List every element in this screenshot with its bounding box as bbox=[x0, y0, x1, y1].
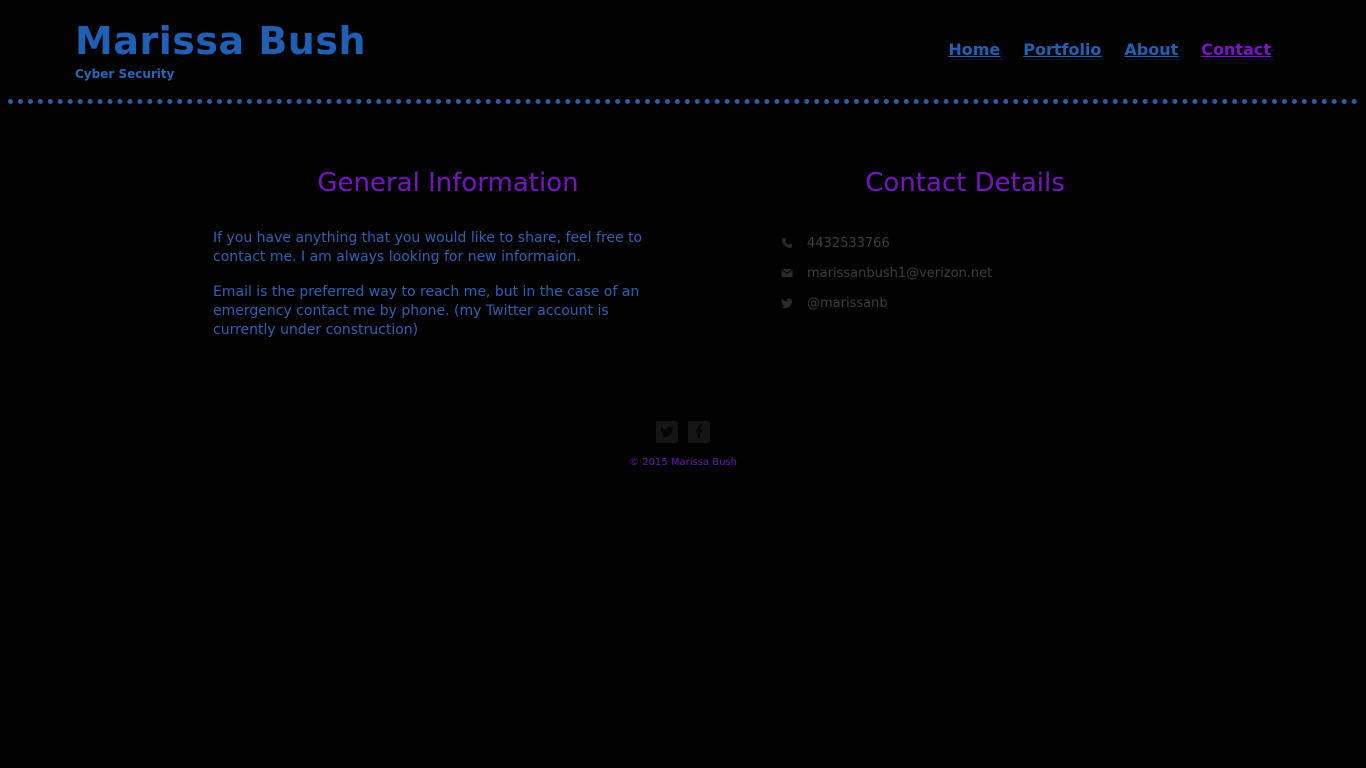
header-divider bbox=[8, 99, 1358, 104]
general-information-heading: General Information bbox=[317, 168, 579, 198]
site-title[interactable]: Marissa Bush bbox=[75, 18, 366, 64]
contact-list: 4432533766 marissanbush1@verizon.net @ma… bbox=[780, 228, 1150, 318]
contact-item-twitter: @marissanb bbox=[780, 288, 1150, 318]
mail-icon bbox=[780, 266, 794, 280]
nav-home-link[interactable]: Home bbox=[948, 38, 1000, 62]
facebook-icon bbox=[695, 423, 703, 442]
nav-about-link[interactable]: About bbox=[1124, 38, 1178, 62]
main-nav: Home Portfolio About Contact bbox=[948, 38, 1271, 62]
nav-contact-link[interactable]: Contact bbox=[1201, 38, 1271, 62]
contact-details-heading: Contact Details bbox=[865, 168, 1065, 198]
page: Marissa Bush Cyber Security Home Portfol… bbox=[0, 0, 1366, 768]
contact-details-section: Contact Details 4432533766 marissanbush1… bbox=[780, 164, 1150, 318]
copyright-text: © 2015 Marissa Bush bbox=[629, 457, 737, 468]
brand: Marissa Bush Cyber Security bbox=[75, 18, 366, 82]
site-subtitle: Cyber Security bbox=[75, 67, 175, 81]
contact-item-phone: 4432533766 bbox=[780, 228, 1150, 258]
general-paragraph-2: Email is the preferred way to reach me, … bbox=[213, 284, 640, 338]
twitter-icon bbox=[780, 296, 794, 310]
contact-twitter[interactable]: @marissanb bbox=[807, 296, 888, 311]
footer-facebook-button[interactable] bbox=[688, 421, 710, 443]
contact-email[interactable]: marissanbush1@verizon.net bbox=[807, 266, 992, 281]
general-information-section: General Information If you have anything… bbox=[213, 164, 683, 340]
contact-item-email: marissanbush1@verizon.net bbox=[780, 258, 1150, 288]
contact-phone[interactable]: 4432533766 bbox=[807, 236, 890, 251]
twitter-icon bbox=[660, 423, 674, 442]
nav-portfolio-link[interactable]: Portfolio bbox=[1023, 38, 1101, 62]
phone-icon bbox=[780, 236, 794, 250]
social-links bbox=[656, 421, 710, 443]
footer-twitter-button[interactable] bbox=[656, 421, 678, 443]
general-paragraph-1: If you have anything that you would like… bbox=[213, 230, 643, 265]
